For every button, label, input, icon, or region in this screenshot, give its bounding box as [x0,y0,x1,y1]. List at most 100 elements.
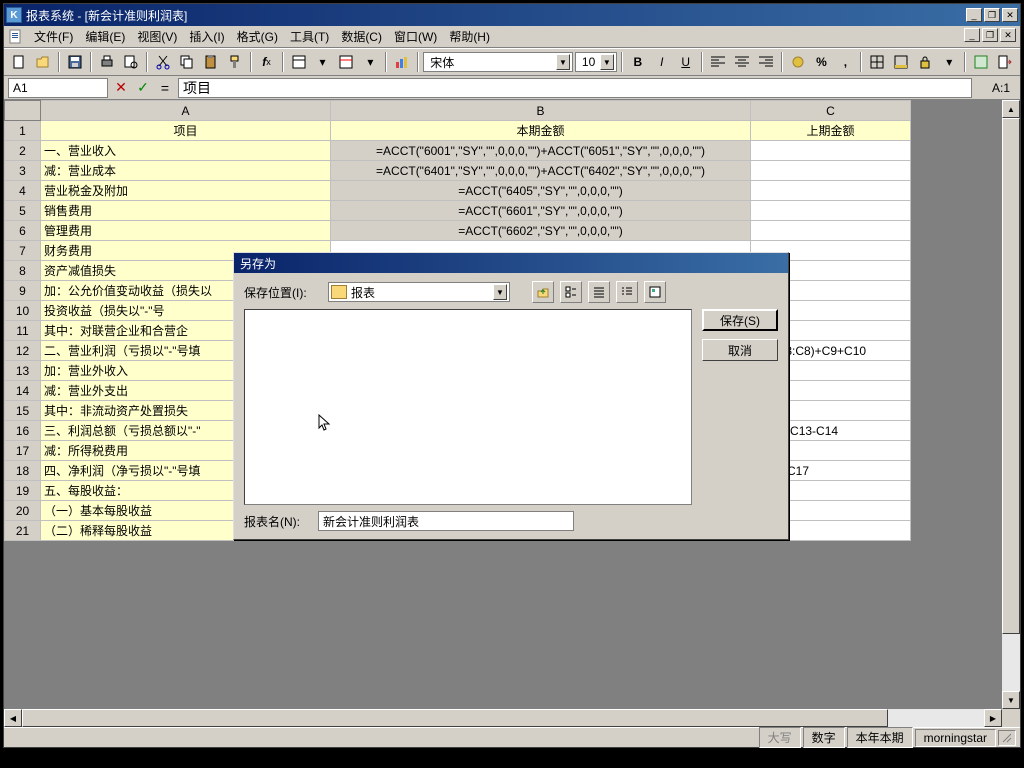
cell[interactable] [751,181,911,201]
cell[interactable]: =ACCT("6602","SY","",0,0,0,"") [331,221,751,241]
cell[interactable]: 营业税金及附加 [41,181,331,201]
cancel-dialog-button[interactable]: 取消 [702,339,778,361]
row-header[interactable]: 1 [5,121,41,141]
menu-item[interactable]: 数据(C) [335,26,388,47]
save-dialog-button[interactable]: 保存(S) [702,309,778,331]
column-header[interactable]: C [751,101,911,121]
currency-button[interactable] [787,51,809,73]
print-button[interactable] [96,51,118,73]
row-header[interactable]: 2 [5,141,41,161]
bold-button[interactable]: B [627,51,649,73]
row-header[interactable]: 6 [5,221,41,241]
mdi-restore-button[interactable]: ❐ [982,28,998,42]
mdi-close-button[interactable]: ✕ [1000,28,1016,42]
row-header[interactable]: 14 [5,381,41,401]
dropdown-button[interactable]: ▾ [938,51,960,73]
horizontal-scrollbar[interactable]: ◀ ▶ [4,709,1002,727]
print-preview-button[interactable] [120,51,142,73]
up-folder-button[interactable] [532,281,554,303]
paste-button[interactable] [200,51,222,73]
options2-button[interactable]: ▾ [359,51,381,73]
cell[interactable]: 项目 [41,121,331,141]
save-location-combo[interactable]: 报表 ▼ [328,282,510,302]
menu-item[interactable]: 视图(V) [131,26,183,47]
row-header[interactable]: 11 [5,321,41,341]
edit-formula-button[interactable]: = [156,79,174,97]
options-button[interactable]: ▾ [311,51,333,73]
font-size-combo[interactable]: 10 ▼ [575,52,617,72]
row-header[interactable]: 15 [5,401,41,421]
format-painter-button[interactable] [224,51,246,73]
italic-button[interactable]: I [651,51,673,73]
menu-item[interactable]: 窗口(W) [388,26,443,47]
name-box[interactable]: A1 [8,78,108,98]
scroll-down-button[interactable]: ▼ [1002,691,1020,709]
cell[interactable] [751,221,911,241]
properties-button[interactable] [288,51,310,73]
cell[interactable]: =ACCT("6001","SY","",0,0,0,"")+ACCT("605… [331,141,751,161]
row-header[interactable]: 17 [5,441,41,461]
row-header[interactable]: 10 [5,301,41,321]
cell[interactable]: =ACCT("6401","SY","",0,0,0,"")+ACCT("640… [331,161,751,181]
cell[interactable]: 减：营业成本 [41,161,331,181]
row-header[interactable]: 18 [5,461,41,481]
cut-button[interactable] [152,51,174,73]
column-header[interactable]: A [41,101,331,121]
new-button[interactable] [8,51,30,73]
cell[interactable]: =ACCT("6601","SY","",0,0,0,"") [331,201,751,221]
comma-button[interactable]: , [834,51,856,73]
row-header[interactable]: 8 [5,261,41,281]
list-view-button[interactable] [560,281,582,303]
column-header[interactable]: B [331,101,751,121]
scroll-right-button[interactable]: ▶ [984,709,1002,727]
save-button[interactable] [64,51,86,73]
function-button[interactable]: fx [256,51,278,73]
formula-input[interactable]: 项目 [178,78,972,98]
menu-item[interactable]: 文件(F) [28,26,79,47]
row-header[interactable]: 5 [5,201,41,221]
menu-item[interactable]: 插入(I) [183,26,230,47]
cell[interactable] [751,201,911,221]
preview-button[interactable] [644,281,666,303]
confirm-edit-button[interactable]: ✓ [134,79,152,97]
exit-button[interactable] [994,51,1016,73]
row-header[interactable]: 20 [5,501,41,521]
vertical-scrollbar[interactable]: ▲ ▼ [1002,100,1020,709]
cell[interactable] [751,141,911,161]
align-right-button[interactable] [755,51,777,73]
minimize-button[interactable]: _ [966,8,982,22]
row-header[interactable]: 7 [5,241,41,261]
percent-button[interactable]: % [811,51,833,73]
cell[interactable]: 一、营业收入 [41,141,331,161]
menu-item[interactable]: 帮助(H) [443,26,496,47]
row-header[interactable]: 9 [5,281,41,301]
align-left-button[interactable] [707,51,729,73]
open-button[interactable] [32,51,54,73]
scroll-left-button[interactable]: ◀ [4,709,22,727]
fill-color-button[interactable] [890,51,912,73]
delete-button[interactable] [335,51,357,73]
cancel-edit-button[interactable]: ✕ [112,79,130,97]
chart-button[interactable] [391,51,413,73]
cell[interactable] [751,161,911,181]
refresh-button[interactable] [970,51,992,73]
scroll-up-button[interactable]: ▲ [1002,100,1020,118]
row-header[interactable]: 12 [5,341,41,361]
maximize-button[interactable]: ❐ [984,8,1000,22]
font-name-combo[interactable]: 宋体 ▼ [423,52,573,72]
file-listing[interactable] [244,309,692,505]
menu-item[interactable]: 编辑(E) [79,26,131,47]
menu-item[interactable]: 格式(G) [231,26,284,47]
details-view-button[interactable] [588,281,610,303]
align-center-button[interactable] [731,51,753,73]
row-header[interactable]: 19 [5,481,41,501]
cell[interactable]: 管理费用 [41,221,331,241]
row-header[interactable]: 3 [5,161,41,181]
row-header[interactable]: 4 [5,181,41,201]
row-header[interactable]: 13 [5,361,41,381]
mdi-minimize-button[interactable]: _ [964,28,980,42]
row-header[interactable]: 16 [5,421,41,441]
close-button[interactable]: ✕ [1002,8,1018,22]
report-name-input[interactable]: 新会计准则利润表 [318,511,574,531]
cell[interactable]: 上期金额 [751,121,911,141]
